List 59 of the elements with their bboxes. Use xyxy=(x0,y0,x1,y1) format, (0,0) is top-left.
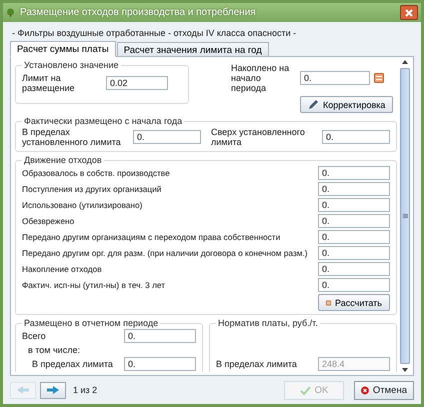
limit-field[interactable]: 0.02 xyxy=(106,76,168,90)
scrollbar[interactable] xyxy=(400,60,410,372)
calculate-button[interactable]: Рассчитать xyxy=(318,294,390,311)
calculator-icon xyxy=(326,298,332,308)
field-label: Обезврежено xyxy=(22,216,76,226)
field-label: Лимит на размещение xyxy=(22,73,76,93)
movement-field[interactable]: 0. xyxy=(318,182,390,196)
waste-subtitle: - Фильтры воздушные отработанные - отходы IV класса опасности - xyxy=(12,28,298,38)
accumulated-field[interactable]: 0. xyxy=(300,71,370,85)
field-label: В пределах лимита xyxy=(216,359,298,369)
movement-field[interactable]: 0. xyxy=(318,230,390,244)
arrow-icon xyxy=(47,386,59,394)
movement-field[interactable]: 0. xyxy=(318,278,390,292)
movement-field[interactable]: 0. xyxy=(318,262,390,276)
close-icon xyxy=(361,384,369,396)
movement-field[interactable]: 0. xyxy=(318,198,390,212)
tab[interactable]: Расчет значения лимита на год xyxy=(116,42,269,57)
field-label: Передано другим орг. для разм. (при наличии договора о конечном разм.) xyxy=(22,248,309,258)
scroll-down-icon xyxy=(402,368,408,372)
field-label: Передано другим организациям с переходом права собственности xyxy=(22,232,282,242)
field-label: Образовалось в собств. производстве xyxy=(22,168,171,178)
scroll-up-icon xyxy=(402,60,408,64)
close-icon xyxy=(405,8,413,16)
adjust-button[interactable]: Корректировка xyxy=(300,96,394,113)
field-label: Накоплено на начало периода xyxy=(231,63,290,93)
field-label: Накопление отходов xyxy=(22,264,103,274)
leaf-icon xyxy=(6,8,15,17)
actual-field[interactable]: 0. xyxy=(322,130,390,144)
pencil-icon xyxy=(308,99,319,110)
movement-field[interactable]: 0. xyxy=(318,166,390,180)
group-title: Фактически размещено с начала года xyxy=(23,116,184,126)
close-button[interactable] xyxy=(400,5,418,20)
group-title: Норматив платы, руб./т. xyxy=(217,318,319,328)
calculator-icon xyxy=(374,73,384,83)
page-indicator: 1 из 2 xyxy=(73,385,98,395)
cancel-button[interactable]: Отмена xyxy=(354,380,414,400)
movement-field[interactable]: 0. xyxy=(318,246,390,260)
rate-field: 248.4 xyxy=(318,357,390,371)
check-icon xyxy=(300,386,311,394)
field-label: Поступления из других организаций xyxy=(22,184,162,194)
including-label: в том числе: xyxy=(27,344,81,357)
total-field[interactable]: 0. xyxy=(124,329,196,343)
period-field[interactable]: 0. xyxy=(124,357,196,371)
tab[interactable]: Расчет суммы платы xyxy=(10,41,116,57)
field-label: В пределах установленного лимита xyxy=(22,127,122,147)
field-label: В пределах лимита xyxy=(32,359,114,369)
group-title: Установлено значение xyxy=(23,60,120,70)
group-title: Размещено в отчетном периоде xyxy=(23,318,160,328)
window-title: Размещение отходов производства и потребления xyxy=(20,7,257,18)
arrow-icon xyxy=(17,386,29,394)
field-label: Использовано (утилизировано) xyxy=(22,200,144,210)
group-title: Движение отходов xyxy=(23,155,103,165)
field-label: Фактич. исп-ны (утил-ны) в теч. 3 лет xyxy=(22,280,166,290)
grip-icon xyxy=(402,214,408,218)
movement-field[interactable]: 0. xyxy=(318,214,390,228)
field-label: Всего xyxy=(22,331,47,341)
field-label: Сверх установленного лимита xyxy=(211,127,306,147)
next-button[interactable] xyxy=(40,382,66,398)
actual-field[interactable]: 0. xyxy=(133,130,201,144)
